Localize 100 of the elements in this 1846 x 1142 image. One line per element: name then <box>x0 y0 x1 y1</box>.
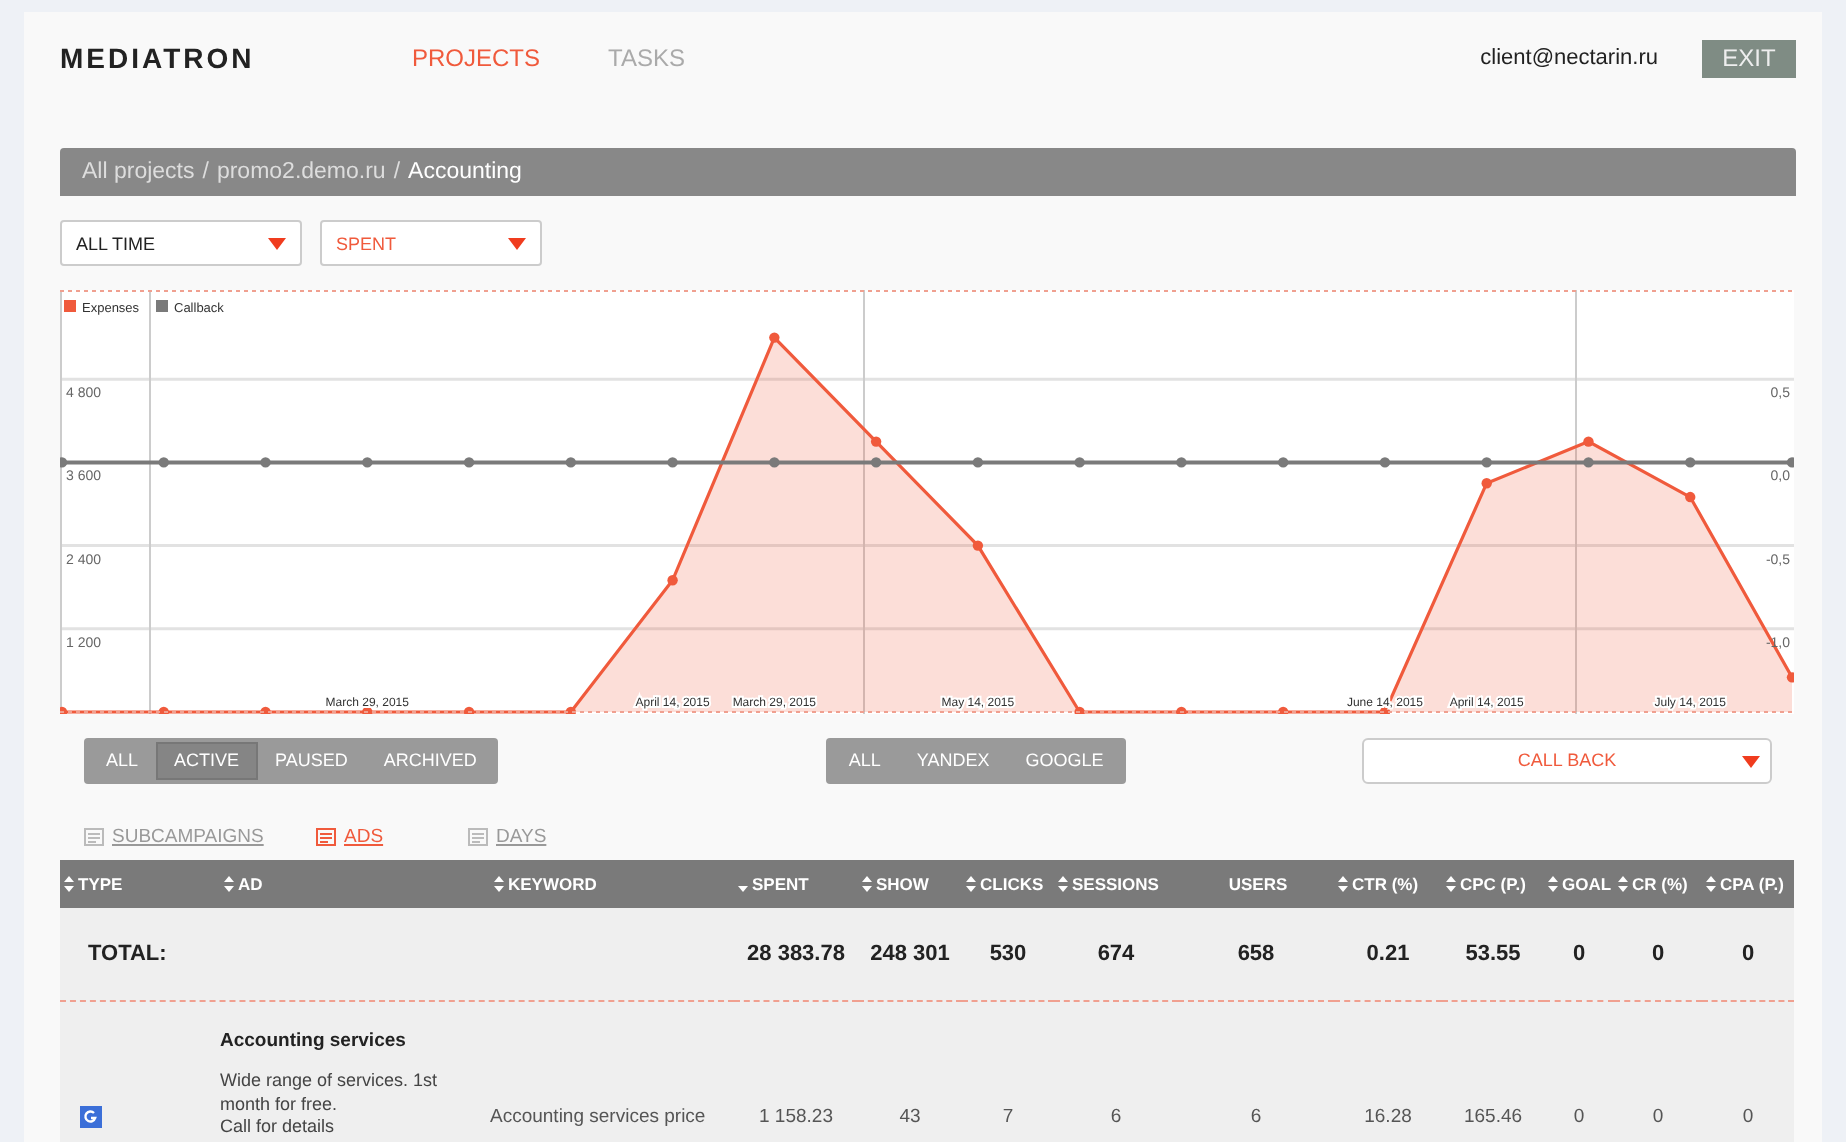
data-point <box>1176 706 1187 714</box>
column-label: AD <box>238 874 263 894</box>
column-header[interactable]: CLICKS <box>962 860 1054 908</box>
column-header[interactable]: SESSIONS <box>1054 860 1178 908</box>
table-cell: 165.46 <box>1463 1105 1523 1127</box>
dropdown[interactable]: SPENT <box>320 220 542 266</box>
sort-icon <box>64 876 74 892</box>
column-label: SESSIONS <box>1072 874 1159 894</box>
data-point <box>1685 457 1696 468</box>
view-tab[interactable]: DAYS <box>468 812 700 860</box>
column-label: KEYWORD <box>508 874 597 894</box>
view-tab[interactable]: ADS <box>316 812 468 860</box>
column-header[interactable]: GOAL <box>1544 860 1614 908</box>
table-cell: 6 <box>1110 1105 1122 1127</box>
total-value: 0 <box>1572 942 1586 966</box>
data-point <box>1278 706 1289 714</box>
data-point <box>260 706 271 714</box>
data-point <box>870 436 882 447</box>
breadcrumb-separator: / <box>393 160 401 184</box>
view-tab[interactable]: SUBCAMPAIGNS <box>84 812 316 860</box>
data-point <box>1786 672 1794 683</box>
filter-button[interactable]: PAUSED <box>257 741 366 779</box>
data-point <box>362 706 373 714</box>
data-point <box>158 706 169 714</box>
sort-icon <box>966 876 976 892</box>
data-point <box>1685 491 1696 503</box>
data-point <box>1583 457 1594 468</box>
column-header[interactable]: USERS <box>1178 860 1334 908</box>
table-cell: 7 <box>1002 1105 1014 1127</box>
data-point <box>1786 457 1794 468</box>
data-point <box>1074 457 1085 468</box>
ad-title: Accounting services <box>220 1030 408 1052</box>
google-icon <box>80 1105 102 1127</box>
total-value: 53.55 <box>1465 942 1521 966</box>
column-header[interactable]: CTR (%) <box>1334 860 1442 908</box>
column-header[interactable]: SPENT <box>734 860 858 908</box>
sort-icon <box>1706 876 1716 892</box>
data-point <box>260 457 271 468</box>
goal-dropdown[interactable]: CALL BACK <box>1362 737 1772 783</box>
filter-button[interactable]: ALL <box>88 741 157 779</box>
nav-link[interactable]: TASKS <box>608 44 685 72</box>
total-value: 0 <box>1651 942 1665 966</box>
column-label: CPC (P.) <box>1460 874 1526 894</box>
column-label: CTR (%) <box>1352 874 1419 894</box>
data-point <box>463 706 475 714</box>
sort-icon <box>1446 876 1456 892</box>
column-header[interactable]: SHOW <box>858 860 962 908</box>
data-point <box>1583 436 1594 447</box>
column-header[interactable]: TYPE <box>60 860 220 908</box>
column-label: CR (%) <box>1632 874 1688 894</box>
data-point <box>1074 706 1085 714</box>
breadcrumb-link[interactable]: All projects <box>82 160 195 184</box>
column-header[interactable]: KEYWORD <box>490 860 734 908</box>
data-point <box>769 332 780 343</box>
table-cell: 16.28 <box>1364 1105 1412 1127</box>
ad-description: Wide range of services. 1st month for free. Call for details <box>220 1070 440 1139</box>
data-point <box>972 457 984 468</box>
column-label: USERS <box>1228 874 1288 894</box>
column-header[interactable]: CPC (P.) <box>1442 860 1544 908</box>
filter-button[interactable]: GOOGLE <box>1007 741 1122 779</box>
total-label: TOTAL: <box>88 942 167 966</box>
breadcrumb-separator: / <box>202 160 209 184</box>
document-icon <box>316 827 336 845</box>
sort-icon <box>1548 876 1558 892</box>
caret-icon <box>508 237 526 249</box>
logo: MEDIATRON <box>60 42 257 74</box>
data-point <box>667 575 678 586</box>
table-cell: 43 <box>899 1105 921 1127</box>
data-point <box>158 457 169 468</box>
total-value: 28 383.78 <box>747 942 845 966</box>
column-header[interactable]: AD <box>220 860 490 908</box>
total-value: 674 <box>1097 942 1135 966</box>
data-point <box>565 706 576 714</box>
column-header[interactable]: CR (%) <box>1614 860 1702 908</box>
filter-button[interactable]: YANDEX <box>898 741 1008 779</box>
table-cell: Accounting services price <box>490 1105 706 1127</box>
breadcrumb-link[interactable]: promo2.demo.ru <box>216 160 386 184</box>
filter-button[interactable]: ARCHIVED <box>365 741 495 779</box>
table-cell: 0 <box>1742 1105 1754 1127</box>
dropdown[interactable]: ALL TIME <box>60 220 302 266</box>
sort-icon <box>224 876 234 892</box>
document-icon <box>84 827 104 845</box>
filter-button[interactable]: ALL <box>830 741 899 779</box>
table-cell: 0 <box>1652 1105 1664 1127</box>
user-email: client@nectarin.ru <box>1480 46 1658 70</box>
table-cell: 6 <box>1250 1105 1262 1127</box>
data-point <box>1379 457 1391 468</box>
column-header[interactable]: CPA (P.) <box>1702 860 1794 908</box>
data-point <box>769 457 780 468</box>
data-point <box>972 540 984 551</box>
nav-link[interactable]: PROJECTS <box>412 44 541 72</box>
caret-icon <box>268 237 286 249</box>
filter-button[interactable]: ACTIVE <box>156 741 258 779</box>
data-point <box>60 457 68 468</box>
caret-icon <box>1742 755 1760 767</box>
total-value: 0.21 <box>1366 942 1410 966</box>
data-point <box>362 457 373 468</box>
column-label: TYPE <box>78 874 123 894</box>
exit-button[interactable]: EXIT <box>1702 39 1796 77</box>
data-point <box>1481 457 1492 468</box>
